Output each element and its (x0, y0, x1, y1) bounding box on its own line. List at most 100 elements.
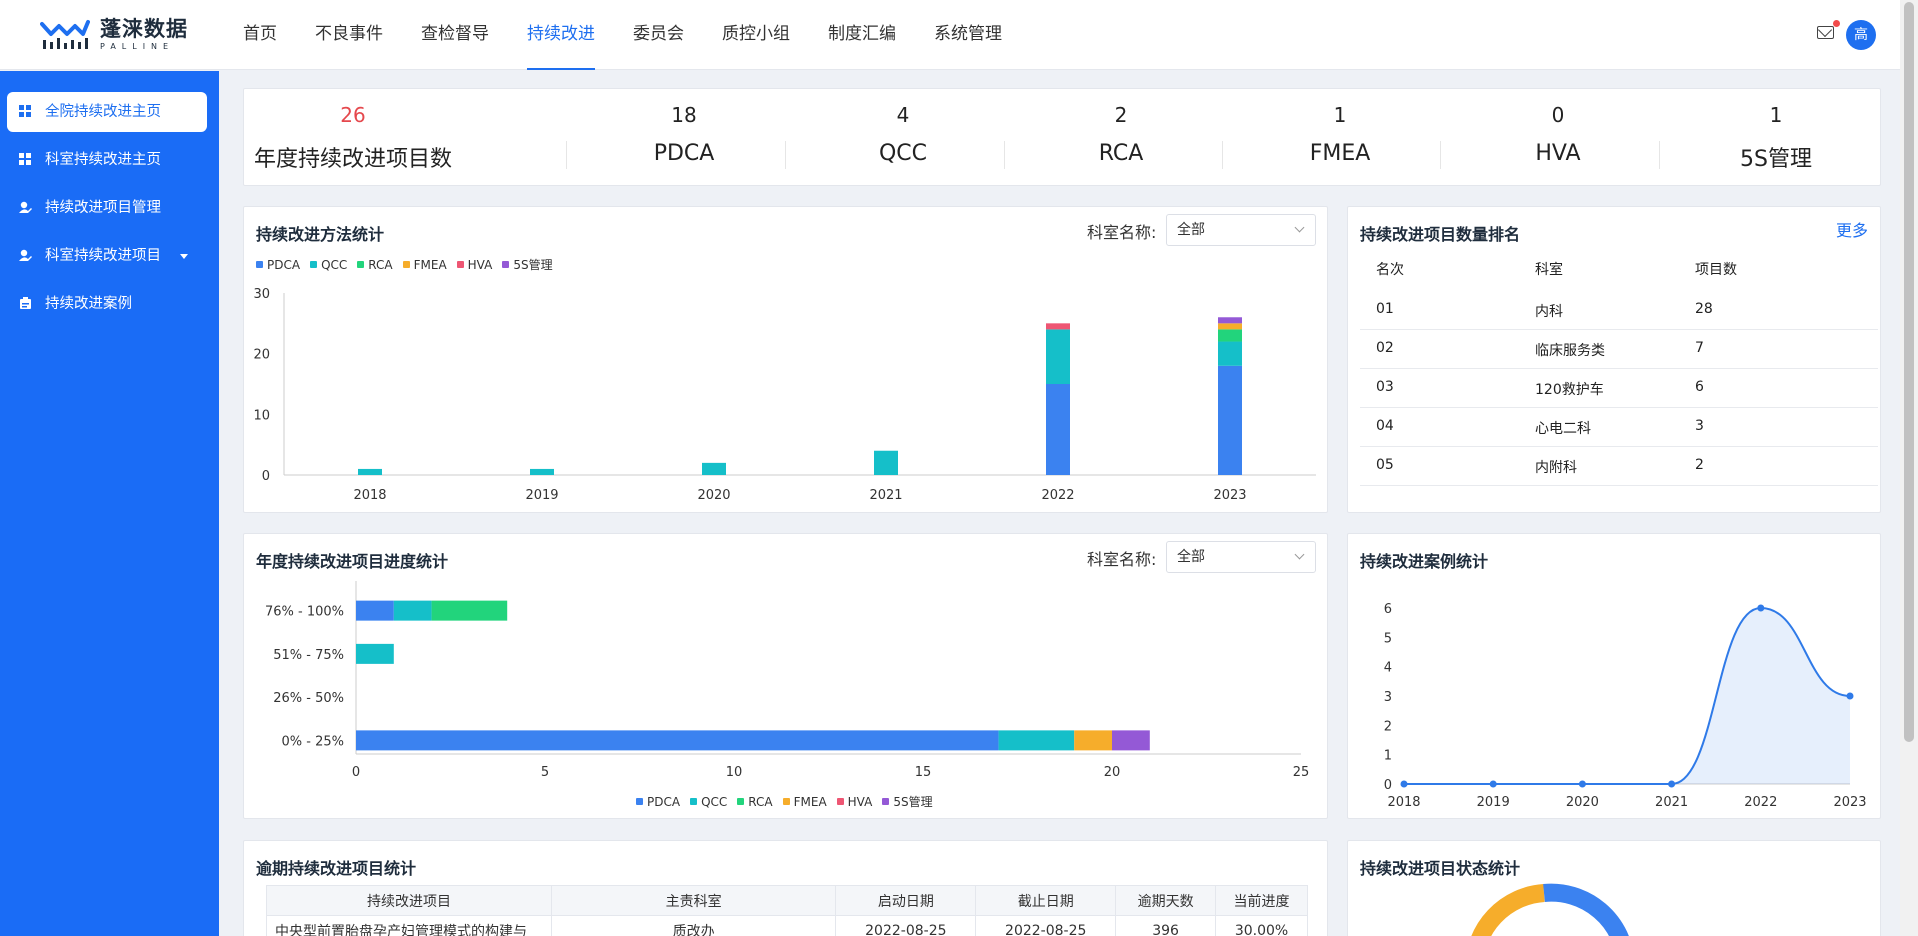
table-header[interactable]: 截止日期 (975, 885, 1117, 916)
table-header[interactable]: 启动日期 (835, 885, 977, 916)
palline-logo-icon (40, 20, 90, 49)
nav-committee[interactable]: 委员会 (614, 0, 703, 70)
case-area-chart: 0 1 2 3 4 5 6 2018 2019 2020 2021 2022 2023 (1384, 602, 1867, 810)
data-point (1489, 780, 1497, 788)
summary-pdca[interactable]: 18 PDCA (575, 89, 793, 185)
summary-fmea[interactable]: 1 FMEA (1231, 89, 1449, 185)
rank-number: 05 (1376, 457, 1394, 473)
bar-segment-pdca (356, 600, 394, 621)
rank-number: 04 (1376, 418, 1394, 434)
sidebar-item-label: 科室持续改进主页 (45, 152, 161, 168)
bar-segment-qcc (530, 468, 554, 475)
summary-value: 1 (1769, 103, 1783, 127)
mail-icon[interactable] (1817, 26, 1834, 39)
nav-system-admin[interactable]: 系统管理 (915, 0, 1021, 70)
nav-home[interactable]: 首页 (224, 0, 296, 70)
table-cell: 30.00% (1215, 915, 1308, 936)
user-edit-icon (19, 201, 32, 214)
card-title: 逾期持续改进项目统计 (256, 859, 417, 878)
donut-segment[interactable] (1543, 883, 1629, 936)
sidebar-item-project-management[interactable]: 持续改进项目管理 (0, 188, 219, 228)
nav-inspection[interactable]: 查检督导 (402, 0, 508, 70)
bar-segment-rca (1218, 329, 1242, 342)
data-point (1757, 604, 1765, 612)
method-stats-card: 持续改进方法统计 科室名称: 全部 PDCA QCC RCA FMEA HVA … (243, 206, 1328, 513)
sidebar-item-cases[interactable]: 持续改进案例 (0, 284, 219, 324)
table-header[interactable]: 逾期天数 (1115, 885, 1217, 916)
summary-hva[interactable]: 0 HVA (1449, 89, 1667, 185)
summary-label: 年度持续改进项目数 (253, 147, 452, 172)
summary-qcc[interactable]: 4 QCC (794, 89, 1012, 185)
main-nav: 首页 不良事件 查检督导 持续改进 委员会 质控小组 制度汇编 系统管理 (224, 0, 1021, 70)
legend-item-fmea[interactable]: FMEA (782, 793, 827, 810)
bar-segment-qcc (998, 730, 1075, 751)
divider (785, 141, 786, 169)
rank-number: 02 (1376, 340, 1394, 356)
progress-bar-chart: 0 5 10 15 20 25 76% - 100% 51% - 75% 26% - 50% 0%… (265, 581, 1310, 780)
y-tick-label: 30 (253, 287, 270, 302)
legend-item-hva[interactable]: HVA (836, 793, 872, 810)
x-tick-label: 2022 (1744, 795, 1777, 810)
y-tick-label: 4 (1384, 661, 1392, 676)
summary-value: 1 (1333, 103, 1347, 127)
method-bar-chart: 0 10 20 30 2018 2019 2020 2021 2022 2023 (253, 287, 1316, 503)
table-header[interactable]: 主责科室 (550, 885, 837, 916)
nav-qc-group[interactable]: 质控小组 (703, 0, 809, 70)
summary-label: RCA (1098, 141, 1144, 166)
x-tick-label: 2019 (1477, 795, 1510, 810)
y-tick-label: 1 (1384, 749, 1392, 764)
summary-card: 26 年度持续改进项目数 18 PDCA 4 QCC 2 RCA 1 FMEA 0 HVA … (243, 88, 1881, 186)
page-scrollbar[interactable] (1900, 0, 1918, 936)
summary-rca[interactable]: 2 RCA (1012, 89, 1230, 185)
rank-dept: 内附科 (1535, 460, 1577, 476)
scroll-thumb[interactable] (1904, 2, 1914, 742)
x-tick-label: 2022 (1041, 488, 1074, 503)
legend-item-qcc[interactable]: QCC (690, 793, 727, 810)
sidebar-item-dept-home[interactable]: 科室持续改进主页 (0, 140, 219, 180)
brand-name: 蓬涞数据 (100, 17, 188, 41)
x-tick-label: 5 (541, 765, 549, 780)
ranking-card: 持续改进项目数量排名 更多 名次 科室 项目数 01 内科 28 02 临床服务… (1347, 206, 1881, 513)
nav-continuous-improvement[interactable]: 持续改进 (508, 0, 614, 70)
area-fill (1404, 608, 1850, 784)
y-tick-label: 0% - 25% (282, 734, 344, 749)
top-navbar: 蓬涞数据 PALLINE 首页 不良事件 查检督导 持续改进 委员会 质控小组 … (0, 0, 1900, 70)
sidebar-item-hospital-home[interactable]: 全院持续改进主页 (7, 92, 207, 132)
sidebar-item-label: 科室持续改进项目 (45, 248, 161, 264)
rank-number: 01 (1376, 301, 1394, 317)
nav-regulations[interactable]: 制度汇编 (809, 0, 915, 70)
nav-adverse-events[interactable]: 不良事件 (296, 0, 402, 70)
grid-icon (19, 105, 32, 118)
summary-label: QCC (878, 141, 928, 166)
more-link[interactable]: 更多 (1836, 217, 1868, 241)
divider (1360, 329, 1878, 330)
summary-5s[interactable]: 1 5S管理 (1667, 89, 1885, 185)
rank-header: 名次 (1376, 262, 1404, 278)
y-tick-label: 3 (1384, 690, 1392, 705)
user-avatar[interactable]: 高 (1846, 20, 1876, 50)
x-tick-label: 2018 (353, 488, 386, 503)
donut-segment[interactable] (1471, 884, 1545, 936)
bar-segment-pdca (1046, 384, 1070, 475)
divider (1360, 407, 1878, 408)
table-header[interactable]: 持续改进项目 (266, 885, 552, 916)
legend-item-pdca[interactable]: PDCA (636, 793, 680, 810)
x-tick-label: 25 (1293, 765, 1310, 780)
legend-item-5s[interactable]: 5S管理 (882, 793, 933, 810)
table-header[interactable]: 当前进度 (1215, 885, 1308, 916)
summary-value: 18 (671, 103, 697, 127)
user-edit-icon (19, 249, 32, 262)
summary-label: 5S管理 (1740, 147, 1812, 172)
summary-total[interactable]: 26 年度持续改进项目数 (244, 89, 462, 185)
sidebar-item-dept-projects[interactable]: 科室持续改进项目 (0, 236, 219, 276)
data-point (1400, 780, 1408, 788)
chevron-down-icon (180, 254, 188, 259)
table-row[interactable]: 中央型前置胎盘孕产妇管理模式的构建与 质改办 2022-08-25 2022-0… (266, 915, 1308, 936)
y-tick-label: 26% - 50% (273, 691, 344, 706)
brand-logo[interactable]: 蓬涞数据 PALLINE (40, 16, 188, 54)
unread-dot (1833, 20, 1840, 27)
rank-header: 项目数 (1695, 262, 1737, 278)
data-point (1578, 780, 1586, 788)
divider (566, 141, 567, 169)
legend-item-rca[interactable]: RCA (737, 793, 773, 810)
